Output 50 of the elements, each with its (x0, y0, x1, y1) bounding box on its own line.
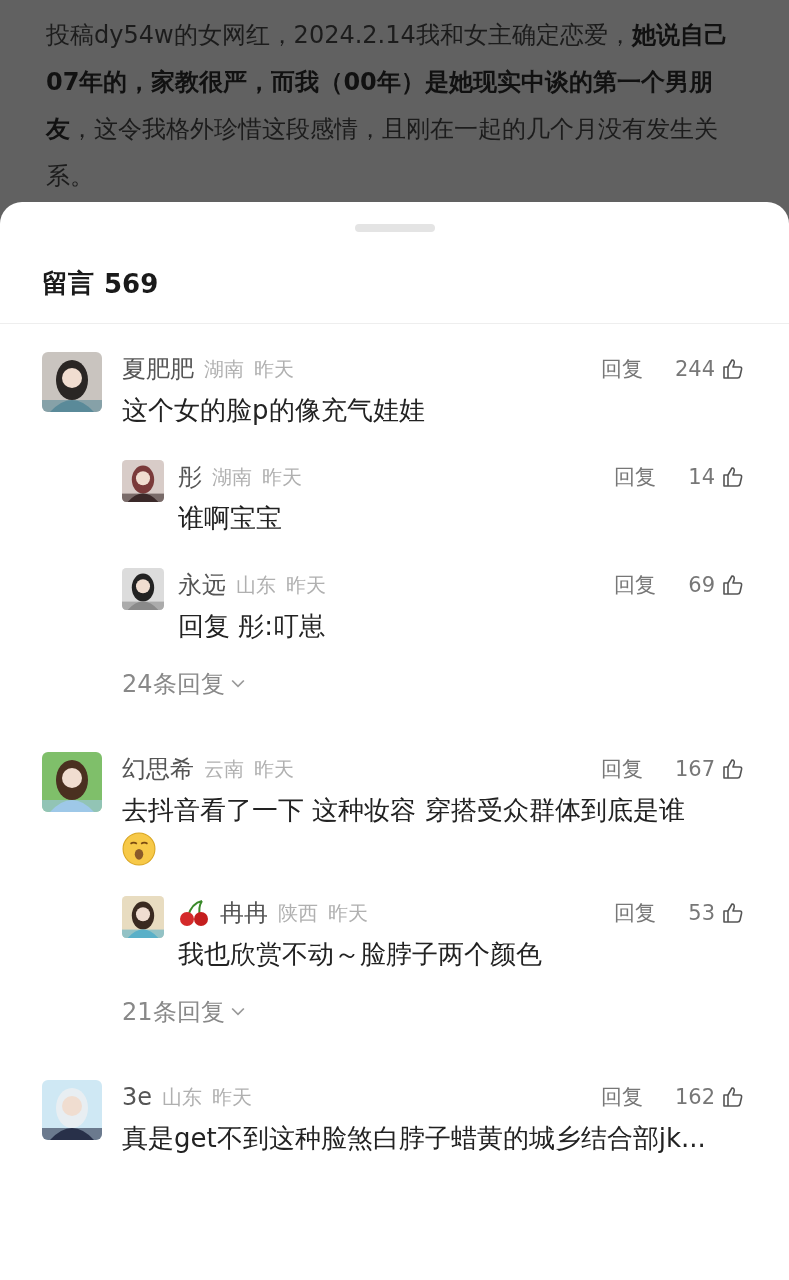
comments-title: 留言 (42, 267, 94, 300)
comment-time: 昨天 (254, 755, 294, 783)
user-location: 湖南 (204, 355, 244, 383)
reply-text: 我也欣赏不动～脸脖子两个颜色 (178, 938, 543, 971)
user-location: 山东 (236, 571, 276, 599)
user-name[interactable]: 冉冉 (220, 897, 268, 929)
user-location: 山东 (162, 1083, 203, 1111)
thumbs-up-icon[interactable] (721, 901, 745, 925)
like-count: 244 (674, 357, 715, 381)
user-location: 云南 (204, 755, 244, 783)
comment-time: 昨天 (212, 1083, 253, 1111)
reply-button[interactable]: 回复 (614, 899, 657, 927)
like-count: 53 (688, 901, 715, 925)
reply-text: 谁啊宝宝 (178, 502, 283, 535)
like-count: 162 (674, 1085, 715, 1109)
thumbs-up-icon[interactable] (721, 757, 745, 781)
more-replies-link[interactable]: 21条回复 (122, 996, 245, 1028)
user-name[interactable]: 3e (122, 1083, 153, 1111)
thumbs-up-icon[interactable] (721, 1085, 745, 1109)
reply-button[interactable]: 回复 (614, 463, 657, 491)
reply-button[interactable]: 回复 (600, 1083, 643, 1111)
comment-text: 真是get不到这种脸煞白脖子蜡黄的城乡结合部jk... (122, 1122, 707, 1155)
user-name[interactable]: 夏肥肥 (122, 353, 194, 385)
comment-time: 昨天 (262, 463, 302, 491)
comment-time: 昨天 (254, 355, 294, 383)
more-replies-link[interactable]: 24条回复 (122, 668, 245, 700)
user-location: 湖南 (212, 463, 252, 491)
comment-text: 这个女的脸p的像充气娃娃 (122, 394, 426, 427)
reply-text: 回复 彤:叮崽 (178, 610, 327, 643)
reply-button[interactable]: 回复 (614, 571, 657, 599)
drag-handle[interactable] (354, 224, 435, 232)
like-count: 69 (688, 573, 715, 597)
like-count: 167 (674, 757, 715, 781)
thumbs-up-icon[interactable] (721, 357, 745, 381)
comment-time: 昨天 (286, 571, 326, 599)
chevron-down-icon (230, 1007, 245, 1017)
user-name[interactable]: 彤 (178, 461, 202, 493)
reply-button[interactable]: 回复 (600, 755, 643, 783)
reply-button[interactable]: 回复 (600, 355, 643, 383)
comment-text: 去抖音看了一下 这种妆容 穿搭受众群体到底是谁 (122, 794, 686, 827)
thumbs-up-icon[interactable] (721, 465, 745, 489)
user-name[interactable]: 永远 (178, 569, 226, 601)
comments-count: 569 (104, 268, 159, 299)
comment-time: 昨天 (328, 899, 368, 927)
article-paragraph: 投稿dy54w的女网红，2024.2.14我和女主确定恋爱，她说自己07年的，家教很严，而我（00年）是她现实中谈的第一个男朋友，这令我格外珍惜这段感情，且刚在一起的几个月没有发生关系。 (46, 20, 729, 192)
user-name[interactable]: 幻思希 (122, 753, 194, 785)
like-count: 14 (688, 465, 715, 489)
thumbs-up-icon[interactable] (721, 573, 745, 597)
user-location: 陕西 (278, 899, 318, 927)
chevron-down-icon (230, 679, 245, 689)
